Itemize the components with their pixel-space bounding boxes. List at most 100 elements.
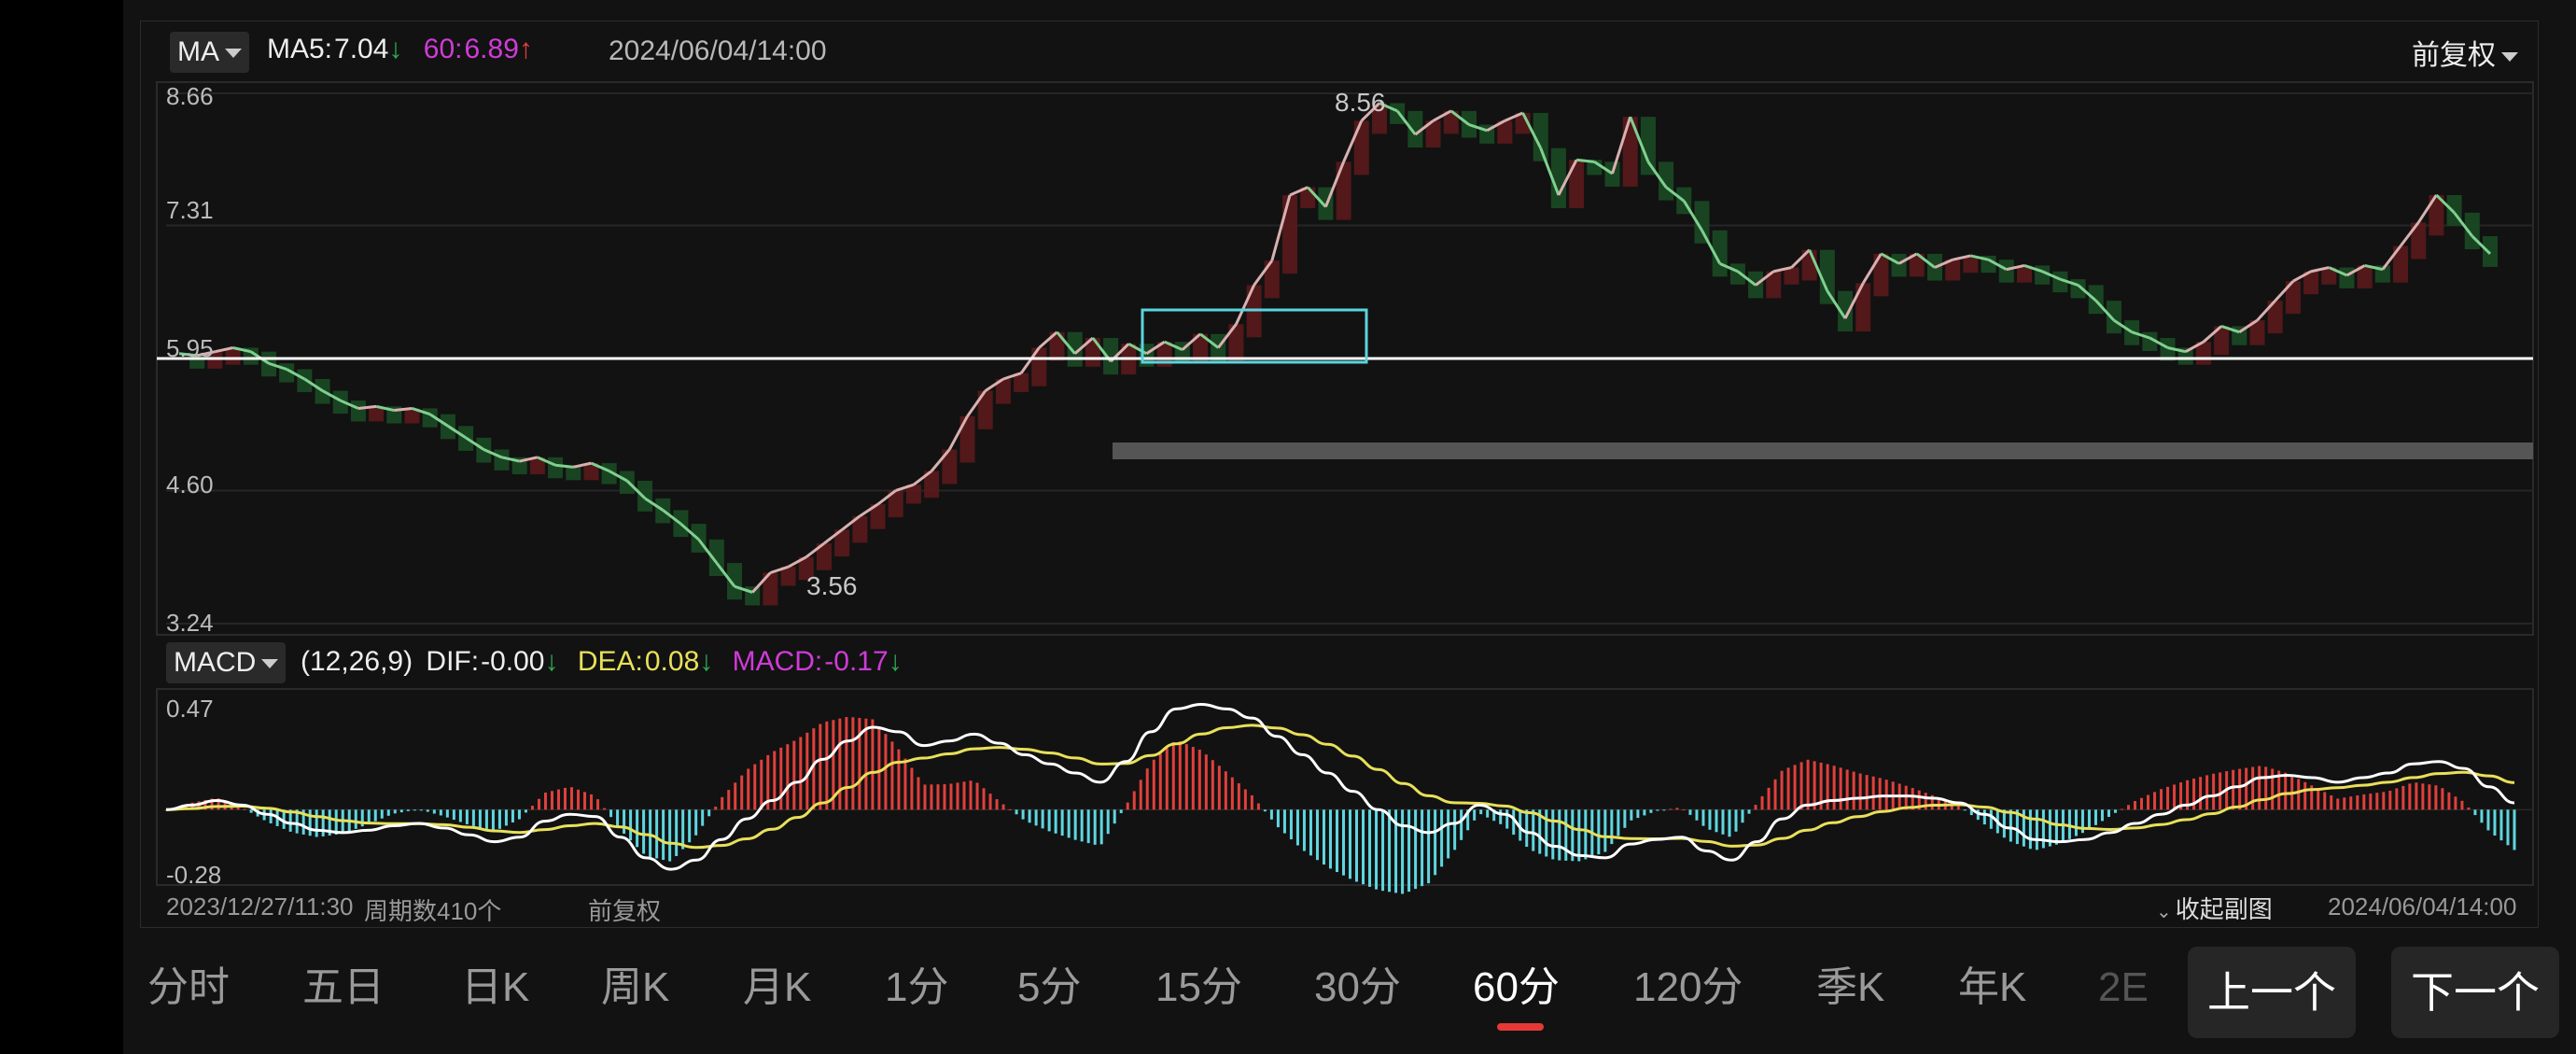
macd-bar-positive xyxy=(2375,793,2379,810)
macd-bar-negative xyxy=(1695,809,1699,821)
macd-tick-label: -0.28 xyxy=(166,861,222,889)
macd-bar-negative xyxy=(2009,809,2012,842)
tab-five-day[interactable]: 五日 xyxy=(302,960,385,1016)
macd-bar-positive xyxy=(2134,801,2137,810)
macd-bar-positive xyxy=(734,782,737,810)
tab-2e[interactable]: 2E xyxy=(2098,960,2149,1016)
macd-bar-negative xyxy=(609,809,613,818)
macd-bar-positive xyxy=(805,732,809,810)
tab-fenshi[interactable]: 分时 xyxy=(147,960,230,1016)
macd-bar-negative xyxy=(439,809,442,816)
macd-bar-positive xyxy=(1204,754,1208,810)
macd-bar-positive xyxy=(1839,767,1842,810)
macd-bar-negative xyxy=(1649,809,1653,813)
macd-bar-positive xyxy=(2173,784,2177,810)
macd-bar-positive xyxy=(537,798,540,810)
tab-day-k[interactable]: 日K xyxy=(461,960,529,1016)
down-candle-body xyxy=(2483,236,2498,267)
macd-bar-negative xyxy=(1447,809,1450,859)
macd-bar-negative xyxy=(2087,809,2091,830)
dea-label: DEA: xyxy=(577,646,643,677)
macd-bar-negative xyxy=(2513,809,2516,850)
macd-bar-negative xyxy=(1375,809,1379,890)
chart-canvas[interactable] xyxy=(123,0,2576,934)
macd-bar-negative xyxy=(1328,809,1332,869)
macd-bar-negative xyxy=(1460,809,1463,840)
macd-bar-positive xyxy=(799,737,803,810)
macd-bar-positive xyxy=(2323,792,2327,810)
sub-indicator-select[interactable]: MACD xyxy=(166,642,287,683)
macd-bar-positive xyxy=(871,719,875,810)
adjust-select[interactable]: 前复权 xyxy=(2412,32,2518,73)
macd-bar-negative xyxy=(1427,809,1431,884)
down-candle-body xyxy=(1998,260,2014,283)
macd-bar-negative xyxy=(386,809,390,816)
macd-bar-negative xyxy=(1349,809,1352,879)
macd-bar-negative xyxy=(1295,809,1299,846)
macd-bar-negative xyxy=(2041,809,2045,849)
tab-week-k[interactable]: 周K xyxy=(601,960,669,1016)
tab-15min[interactable]: 15分 xyxy=(1155,960,1242,1016)
price-line-segment xyxy=(1575,158,1595,163)
macd-bar-positive xyxy=(1197,749,1201,810)
macd-bar-positive xyxy=(851,717,855,810)
indicator-select-label: MA xyxy=(177,36,219,67)
tab-1min[interactable]: 1分 xyxy=(885,960,948,1016)
tab-30min[interactable]: 30分 xyxy=(1314,960,1401,1016)
down-candle-body xyxy=(1390,103,1406,124)
tab-year-k[interactable]: 年K xyxy=(1958,960,2026,1016)
low-price-marker: 3.56 xyxy=(806,571,858,600)
macd-bar-positive xyxy=(2454,796,2457,810)
macd-bar-negative xyxy=(636,809,639,848)
tab-season-k[interactable]: 季K xyxy=(1816,960,1884,1016)
macd-bar-negative xyxy=(1362,809,1365,885)
macd-bar-negative xyxy=(1434,809,1437,876)
macd-bar-positive xyxy=(2153,792,2157,810)
macd-bar-negative xyxy=(1643,809,1646,816)
macd-bar-positive xyxy=(786,744,790,810)
macd-bar-negative xyxy=(1551,809,1555,860)
macd-bar-negative xyxy=(1499,809,1503,824)
tab-month-k[interactable]: 月K xyxy=(743,960,811,1016)
macd-bar-negative xyxy=(269,809,273,823)
macd-bar-negative xyxy=(1982,809,1986,825)
macd-bar-negative xyxy=(465,809,469,824)
macd-bar-negative xyxy=(517,809,521,820)
stock-chart-app: MA MA5:7.04↓ 60:6.89↑ 2024/06/04/14:00 前… xyxy=(123,0,2576,1054)
tab-120min[interactable]: 120分 xyxy=(1633,960,1743,1016)
macd-bar-positive xyxy=(1139,780,1142,810)
range-end-time: 2024/06/04/14:00 xyxy=(2328,892,2517,920)
macd-bar-negative xyxy=(1414,809,1418,890)
macd-bar-positive xyxy=(1773,779,1777,810)
macd-bar-negative xyxy=(1335,809,1338,873)
macd-bar-negative xyxy=(642,809,646,854)
macd-bar-positive xyxy=(2343,797,2346,810)
macd-bar-negative xyxy=(1603,809,1607,852)
price-line-segment xyxy=(357,404,377,410)
up-candle-body xyxy=(1353,120,1369,176)
macd-bar-positive xyxy=(995,799,999,810)
tab-60min[interactable]: 60分 xyxy=(1473,960,1560,1016)
macd-bar-positive xyxy=(890,741,894,810)
macd-bar-positive xyxy=(1184,744,1188,810)
macd-bar-positive xyxy=(1786,767,1790,810)
tab-5min[interactable]: 5分 xyxy=(1017,960,1081,1016)
collapse-subchart-button[interactable]: ⌄ 收起副图 xyxy=(2156,891,2273,925)
macd-bar-negative xyxy=(432,809,436,814)
macd-bar-negative xyxy=(426,809,429,812)
next-stock-button[interactable]: 下一个 xyxy=(2391,947,2559,1038)
macd-bar-positive xyxy=(1211,760,1214,810)
up-candle-body xyxy=(1282,194,1298,274)
macd-bar-negative xyxy=(2473,809,2477,816)
indicator-select[interactable]: MA xyxy=(170,32,249,73)
previous-stock-button[interactable]: 上一个 xyxy=(2188,947,2356,1038)
macd-bar-positive xyxy=(1780,770,1784,810)
macd-bar-positive xyxy=(753,764,757,810)
macd-bar-negative xyxy=(1505,809,1509,829)
chevron-down-icon xyxy=(2501,52,2518,63)
macd-bar-negative xyxy=(623,809,626,834)
macd-bar-negative xyxy=(707,809,711,817)
macd-bar-positive xyxy=(2441,788,2444,810)
macd-bar-negative xyxy=(675,809,679,857)
macd-bar-negative xyxy=(1617,809,1620,836)
